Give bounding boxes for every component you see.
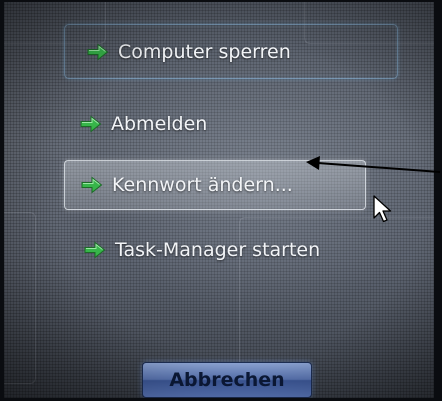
background-decoration <box>4 212 36 384</box>
lock-computer-option[interactable]: Computer sperren <box>64 24 398 79</box>
green-arrow-icon <box>80 115 102 133</box>
option-label: Kennwort ändern... <box>112 174 293 196</box>
option-label: Computer sperren <box>118 40 291 63</box>
windows-security-screen: Computer sperren Abmelden Kennwort änder… <box>4 2 434 398</box>
green-arrow-icon <box>84 241 106 259</box>
option-label: Task-Manager starten <box>115 239 321 261</box>
option-label: Abmelden <box>111 113 208 135</box>
cancel-button[interactable]: Abbrechen <box>142 362 312 398</box>
log-off-option[interactable]: Abmelden <box>70 102 207 146</box>
mouse-pointer-icon <box>373 195 392 223</box>
start-task-manager-option[interactable]: Task-Manager starten <box>76 228 320 272</box>
green-arrow-icon <box>87 42 109 61</box>
green-arrow-icon <box>81 176 103 194</box>
change-password-option[interactable]: Kennwort ändern... <box>64 160 366 210</box>
